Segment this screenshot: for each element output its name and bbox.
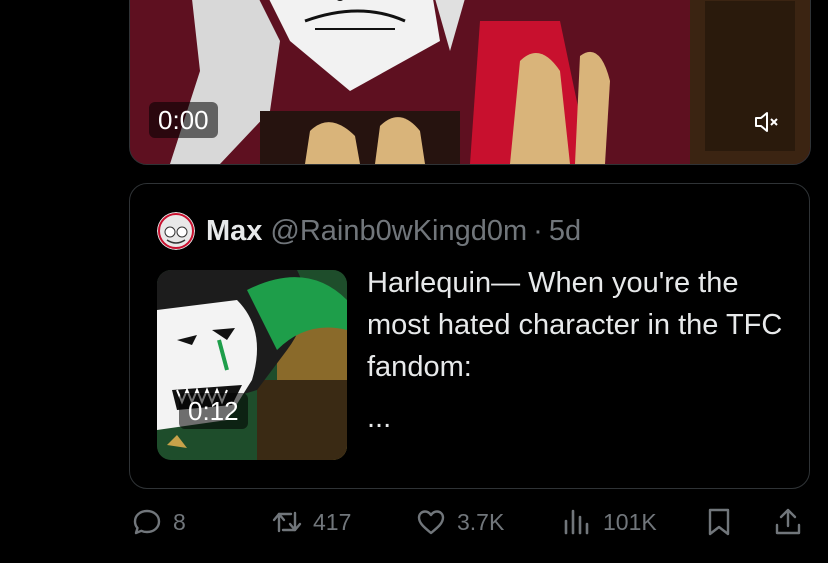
quoted-video-thumbnail[interactable]: 0:12 (157, 270, 347, 460)
author-name[interactable]: Max (206, 215, 262, 248)
bookmark-icon (708, 508, 730, 536)
video-card[interactable]: 0:00 (129, 0, 811, 165)
quoted-post-text: Harlequin— When you're the most hated ch… (367, 267, 783, 383)
like-count: 3.7K (457, 508, 505, 535)
reply-button[interactable]: 8 (131, 506, 186, 538)
avatar[interactable] (157, 212, 195, 250)
reply-count: 8 (173, 508, 186, 535)
quoted-post-header: Max @Rainb0wKingd0m · 5d (157, 212, 581, 250)
repost-button[interactable]: 417 (271, 506, 351, 538)
share-button[interactable] (772, 506, 804, 538)
video-timestamp: 0:00 (149, 102, 218, 138)
video-timestamp: 0:12 (179, 393, 248, 429)
repost-count: 417 (313, 508, 352, 535)
reply-icon (133, 509, 161, 535)
post-age[interactable]: 5d (549, 215, 581, 248)
action-bar: 8 417 3.7K 101K (0, 500, 828, 550)
video-frame (130, 0, 810, 164)
speaker-muted-icon[interactable] (752, 107, 782, 137)
show-more-ellipsis[interactable]: ... (367, 402, 391, 435)
bookmark-button[interactable] (703, 506, 735, 538)
repost-icon (272, 511, 302, 533)
heart-icon (417, 510, 445, 535)
views-count: 101K (603, 508, 657, 535)
like-button[interactable]: 3.7K (415, 506, 504, 538)
share-icon (775, 508, 801, 535)
video-thumbnail-image (157, 270, 347, 460)
views-button[interactable]: 101K (561, 506, 657, 538)
separator: · (533, 214, 543, 247)
views-chart-icon (564, 509, 589, 535)
author-handle[interactable]: @Rainb0wKingd0m (270, 215, 527, 248)
quoted-post[interactable]: Max @Rainb0wKingd0m · 5d 0:12 Harlequin—… (129, 183, 810, 489)
